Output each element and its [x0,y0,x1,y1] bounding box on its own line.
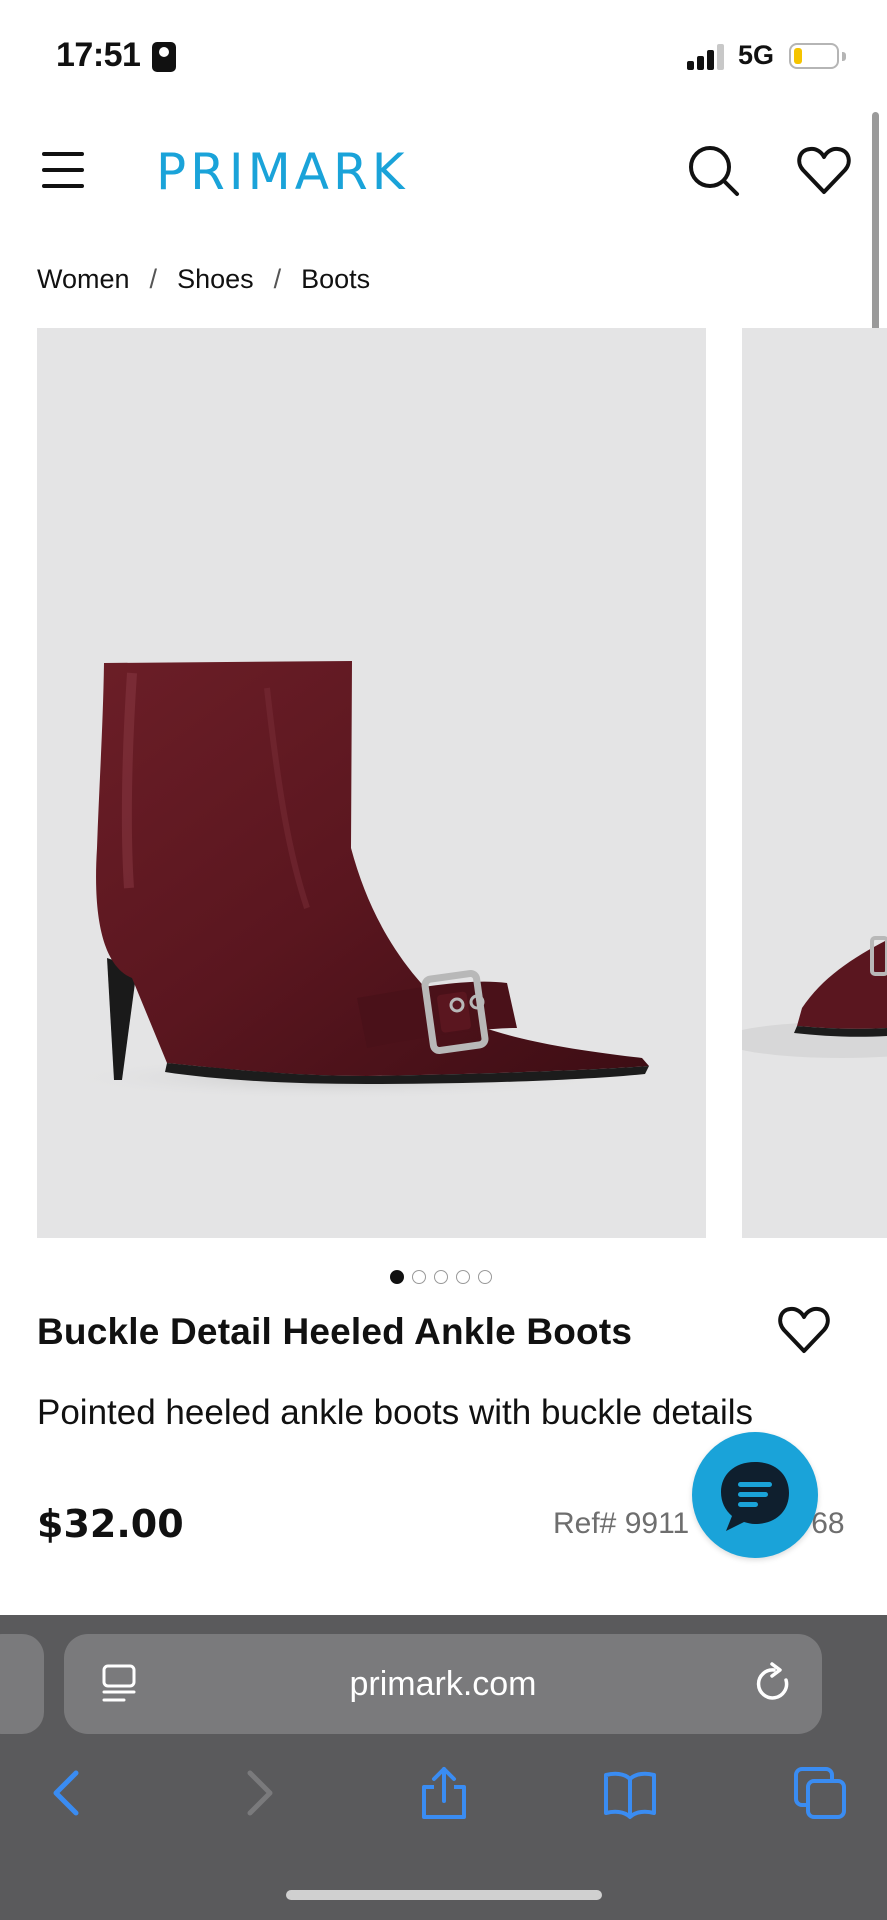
battery-tip [842,52,846,61]
product-ref-start: Ref# 9911 [553,1507,690,1540]
search-icon[interactable] [685,142,743,200]
chevron-left-icon[interactable] [40,1765,96,1821]
add-to-wishlist-heart-icon[interactable] [776,1302,832,1358]
pagination-dot[interactable] [456,1270,470,1284]
chat-button[interactable] [692,1432,818,1558]
chat-bubble-icon [721,1462,789,1531]
signal-strength-icon [687,44,727,70]
product-description: Pointed heeled ankle boots with buckle d… [37,1393,754,1432]
breadcrumb-item-shoes[interactable]: Shoes [177,264,254,295]
status-bar: 17:51 5G [0,0,887,110]
battery-icon [789,43,839,69]
heart-icon[interactable] [795,142,853,200]
product-price: $32.00 [37,1502,184,1546]
pagination-dot[interactable] [390,1270,404,1284]
hamburger-menu-icon[interactable] [42,150,86,190]
pagination-dot[interactable] [412,1270,426,1284]
pagination-dot[interactable] [478,1270,492,1284]
tabs-icon[interactable] [792,1765,848,1821]
breadcrumb-item-boots[interactable]: Boots [301,264,370,295]
status-time: 17:51 [56,36,141,74]
breadcrumb-separator: / [273,264,282,294]
product-title: Buckle Detail Heeled Ankle Boots [37,1311,633,1352]
product-image[interactable] [37,328,706,1238]
boot-illustration [57,661,649,1100]
chevron-right-icon[interactable] [230,1765,286,1821]
battery-level [794,48,802,64]
previous-tab-preview[interactable] [0,1634,44,1734]
brand-logo[interactable]: PRIMARK [156,143,409,201]
boot-illustration-next [742,936,887,1058]
book-icon[interactable] [602,1765,658,1821]
network-type: 5G [738,40,775,70]
breadcrumb: Women / Shoes / Boots [37,264,370,295]
pagination-dot[interactable] [434,1270,448,1284]
contact-badge-icon [152,42,176,72]
breadcrumb-item-women[interactable]: Women [37,264,130,295]
share-icon[interactable] [416,1765,472,1821]
reload-icon[interactable] [752,1662,796,1706]
home-indicator[interactable] [286,1890,602,1900]
product-image-next[interactable] [742,328,887,1238]
url-text[interactable]: primark.com [64,1665,822,1704]
image-pagination [390,1270,492,1284]
breadcrumb-separator: / [149,264,158,294]
